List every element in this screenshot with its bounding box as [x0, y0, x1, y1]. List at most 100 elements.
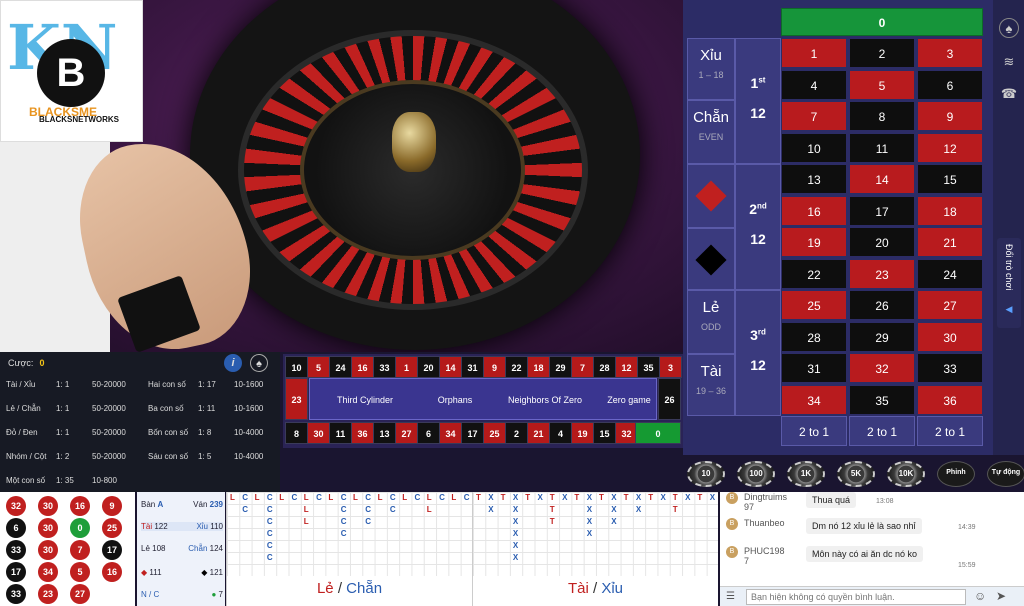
number-cell[interactable]: 32	[849, 353, 915, 383]
chat-input[interactable]	[746, 589, 966, 605]
number-cell[interactable]: 35	[849, 384, 915, 415]
number-cell[interactable]: 31	[781, 353, 847, 383]
racetrack-number[interactable]: 18	[527, 356, 550, 378]
number-cell[interactable]: 17	[849, 195, 915, 226]
racetrack-number[interactable]: 1	[395, 356, 418, 378]
dozen-3rd[interactable]: 3rd 12	[735, 290, 781, 416]
phone-icon[interactable]: ☎	[999, 84, 1019, 104]
number-cell[interactable]: 11	[849, 132, 915, 163]
number-cell[interactable]: 21	[917, 227, 983, 257]
number-cell[interactable]: 33	[917, 353, 983, 383]
racetrack-number[interactable]: 7	[571, 356, 594, 378]
switch-game-tab[interactable]: Đổi trò chơi ◀	[997, 238, 1021, 328]
rebet-button[interactable]: Phỉnh	[937, 461, 975, 487]
number-cell[interactable]: 30	[917, 321, 983, 352]
racetrack-number[interactable]: 11	[329, 422, 352, 444]
number-cell[interactable]: 7	[781, 101, 847, 131]
number-cell[interactable]: 29	[849, 321, 915, 352]
racetrack-number[interactable]: 4	[549, 422, 572, 444]
racetrack-number[interactable]: 28	[593, 356, 616, 378]
number-cell[interactable]: 28	[781, 321, 847, 352]
racetrack-number[interactable]: 35	[637, 356, 660, 378]
chip-10k[interactable]: 10K	[887, 461, 925, 487]
bet-chan[interactable]: Chẵn EVEN	[687, 100, 735, 164]
number-cell[interactable]: 4	[781, 69, 847, 100]
menu-icon[interactable]: ☰	[726, 591, 735, 602]
section-zero-game[interactable]: Zero game	[600, 379, 658, 421]
zero-cell[interactable]: 0	[781, 8, 983, 36]
number-cell[interactable]: 5	[849, 69, 915, 100]
racetrack-number[interactable]: 5	[307, 356, 330, 378]
racetrack-number[interactable]: 12	[615, 356, 638, 378]
number-cell[interactable]: 27	[917, 290, 983, 320]
bet-red[interactable]	[687, 164, 735, 228]
racetrack-number[interactable]: 34	[439, 422, 462, 444]
racetrack-number[interactable]: 29	[549, 356, 572, 378]
racetrack-number[interactable]: 36	[351, 422, 374, 444]
number-cell[interactable]: 12	[917, 132, 983, 163]
wifi-icon[interactable]: ≋	[999, 52, 1019, 72]
column-bet-1[interactable]: 2 to 1	[781, 416, 847, 446]
section-third-cylinder[interactable]: Third Cylinder	[310, 379, 420, 421]
number-cell[interactable]: 3	[917, 38, 983, 68]
number-cell[interactable]: 6	[917, 69, 983, 100]
racetrack-number[interactable]: 30	[307, 422, 330, 444]
section-neighbors-of-zero[interactable]: Neighbors Of Zero	[490, 379, 600, 421]
bet-le[interactable]: Lẻ ODD	[687, 290, 735, 354]
spade-icon[interactable]: ♠	[999, 18, 1019, 38]
number-cell[interactable]: 15	[917, 164, 983, 194]
racetrack-number[interactable]: 14	[439, 356, 462, 378]
number-cell[interactable]: 16	[781, 195, 847, 226]
racetrack-number[interactable]: 10	[285, 356, 308, 378]
number-cell[interactable]: 14	[849, 164, 915, 194]
racetrack-number[interactable]: 8	[285, 422, 308, 444]
number-cell[interactable]: 34	[781, 384, 847, 415]
number-cell[interactable]: 23	[849, 258, 915, 289]
bet-xiu[interactable]: Xỉu 1 – 18	[687, 38, 735, 100]
number-cell[interactable]: 1	[781, 38, 847, 68]
column-bet-3[interactable]: 2 to 1	[917, 416, 983, 446]
racetrack-number[interactable]: 3	[659, 356, 682, 378]
racetrack-betting[interactable]: 10 5 24 16 33 1 20 14 31 9 22 18 29 7 28 12 35 3 8 30 11 36 1…	[283, 354, 683, 448]
racetrack-number[interactable]: 26	[658, 378, 681, 420]
number-cell[interactable]: 2	[849, 38, 915, 68]
bet-black[interactable]	[687, 228, 735, 290]
chip-10[interactable]: 10	[687, 461, 725, 487]
number-cell[interactable]: 10	[781, 132, 847, 163]
number-cell[interactable]: 8	[849, 101, 915, 131]
bet-tai[interactable]: Tài 19 – 36	[687, 354, 735, 416]
number-cell[interactable]: 26	[849, 290, 915, 320]
info-icon[interactable]: i	[224, 354, 242, 372]
racetrack-number[interactable]: 31	[461, 356, 484, 378]
column-bet-2[interactable]: 2 to 1	[849, 416, 915, 446]
auto-button[interactable]: Tự động	[987, 461, 1024, 487]
site-logo[interactable]: KN B BLACKSME BLACKSNETWORKS	[0, 0, 143, 142]
racetrack-number[interactable]: 15	[593, 422, 616, 444]
number-cell[interactable]: 19	[781, 227, 847, 257]
number-cell[interactable]: 9	[917, 101, 983, 131]
racetrack-number[interactable]: 24	[329, 356, 352, 378]
chip-5k[interactable]: 5K	[837, 461, 875, 487]
chip-100[interactable]: 100	[737, 461, 775, 487]
racetrack-number[interactable]: 23	[285, 378, 308, 420]
number-cell[interactable]: 36	[917, 384, 983, 415]
racetrack-number[interactable]: 21	[527, 422, 550, 444]
number-cell[interactable]: 22	[781, 258, 847, 289]
racetrack-number[interactable]: 25	[483, 422, 506, 444]
racetrack-number[interactable]: 17	[461, 422, 484, 444]
racetrack-number[interactable]: 22	[505, 356, 528, 378]
number-cell[interactable]: 20	[849, 227, 915, 257]
send-icon[interactable]: ➤	[996, 589, 1006, 603]
emoji-icon[interactable]: ☺	[974, 589, 986, 603]
number-cell[interactable]: 24	[917, 258, 983, 289]
racetrack-number[interactable]: 20	[417, 356, 440, 378]
racetrack-number[interactable]: 6	[417, 422, 440, 444]
number-cell[interactable]: 13	[781, 164, 847, 194]
spade-icon[interactable]: ♠	[250, 354, 268, 372]
dozen-1st[interactable]: 1st 12	[735, 38, 781, 164]
chip-1k[interactable]: 1K	[787, 461, 825, 487]
racetrack-number[interactable]: 9	[483, 356, 506, 378]
dozen-2nd[interactable]: 2nd 12	[735, 164, 781, 290]
number-cell[interactable]: 18	[917, 195, 983, 226]
racetrack-number[interactable]: 13	[373, 422, 396, 444]
